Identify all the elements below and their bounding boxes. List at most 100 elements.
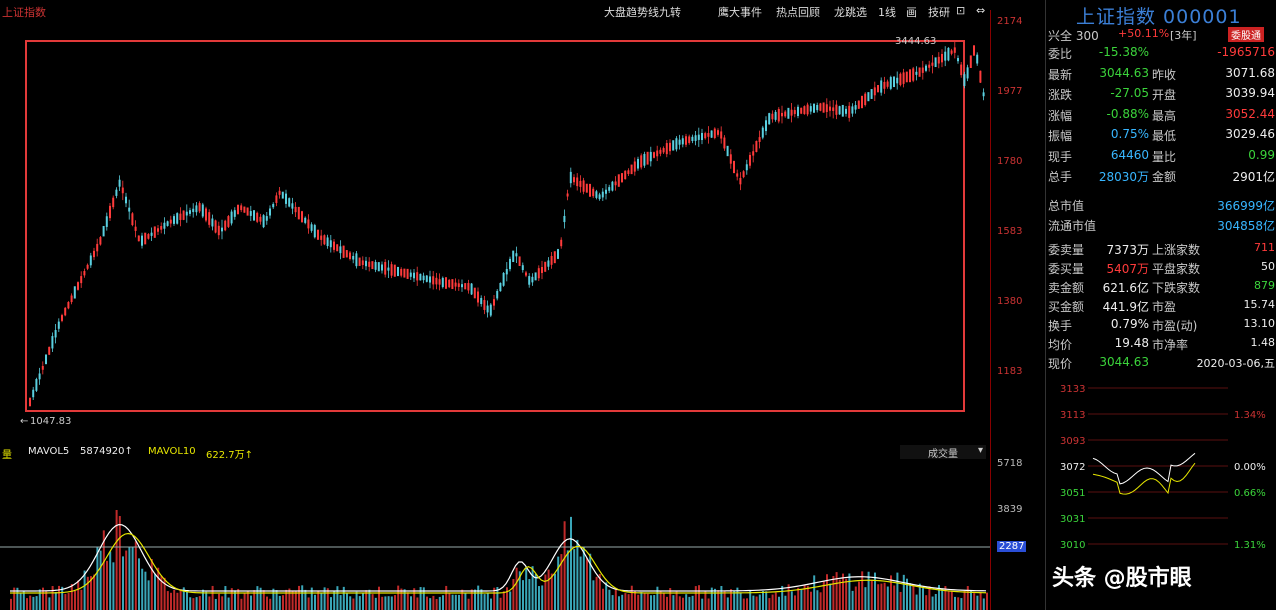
volume-bar xyxy=(240,598,243,610)
volume-bar xyxy=(570,516,572,610)
volume-bar xyxy=(384,596,387,610)
candle-body xyxy=(697,134,700,140)
volume-bar xyxy=(352,598,355,610)
volume-bar xyxy=(467,598,470,610)
volume-bar xyxy=(256,586,259,610)
intraday-mini-chart[interactable]: 3133 3113 1.34% 3093 3072 0.00% 3051 0.66% 3031 3… xyxy=(1048,378,1276,574)
volume-bar xyxy=(573,549,576,610)
menu-draw[interactable]: 画 xyxy=(906,4,917,20)
price-axis: 2174 1977 1780 1583 1380 1183 5718 3839 … xyxy=(990,10,1041,610)
candle-body xyxy=(883,81,886,89)
top-toolbar: 上证指数 大盘趋势线九转 鹰大事件 热点回顾 龙跳选 1线 画 技研 ⊡ ⇔ xyxy=(0,0,1045,22)
kline-chart[interactable]: 3444.63 1047.83 ← xyxy=(0,22,990,442)
menu-hot-review[interactable]: 热点回顾 xyxy=(776,4,820,20)
lock-icon[interactable]: ⊡ xyxy=(956,4,965,17)
quote-row: 振幅 0.75% 最低 3029.46 xyxy=(1046,126,1276,144)
candle-body xyxy=(630,164,633,175)
quote-value: 3044.63 xyxy=(1099,65,1149,80)
volume-bar xyxy=(349,596,352,610)
volume-bar xyxy=(720,585,723,610)
candle-body xyxy=(432,276,435,285)
menu-line[interactable]: 1线 xyxy=(878,4,896,20)
volume-bar xyxy=(64,593,67,610)
quote-label-2: 市盈 xyxy=(1152,299,1177,314)
candle-body xyxy=(809,106,812,112)
volume-bar xyxy=(595,576,598,610)
volume-bar xyxy=(554,573,556,610)
candle-body xyxy=(269,208,271,216)
volume-bar xyxy=(208,596,211,610)
candle-body xyxy=(582,180,585,192)
candle-body xyxy=(672,140,675,151)
candle-body xyxy=(147,234,150,239)
menu-trend-nine[interactable]: 大盘趋势线九转 xyxy=(604,4,681,20)
quote-label-2: 最高 xyxy=(1152,108,1177,123)
volume-bar xyxy=(813,575,816,610)
chevron-down-icon: ▾ xyxy=(978,445,984,456)
indicator-dropdown[interactable]: 成交量 ▾ xyxy=(900,445,986,460)
volume-bar xyxy=(701,598,704,610)
candle-body xyxy=(912,68,915,81)
axis-tick: 1380 xyxy=(997,296,1023,307)
candle-body xyxy=(848,105,851,118)
volume-chart[interactable] xyxy=(0,462,990,610)
volume-bar xyxy=(346,593,348,610)
candle-body xyxy=(281,191,284,199)
volume-bar xyxy=(618,596,620,610)
volume-bar xyxy=(179,589,182,610)
candle-body xyxy=(877,85,879,93)
candle-body xyxy=(736,173,739,177)
quote-row: 流通市值 304858亿 xyxy=(1046,216,1276,234)
candle-body xyxy=(166,221,169,226)
candle-body xyxy=(198,203,201,212)
candle-body xyxy=(320,235,323,240)
volume-bar xyxy=(656,586,659,610)
candle-body xyxy=(761,127,764,138)
menu-dragon[interactable]: 龙跳选 xyxy=(834,4,867,20)
volume-bar xyxy=(502,591,505,610)
candle-body xyxy=(272,203,275,208)
volume-bar xyxy=(189,597,192,610)
quote-label: 委买量 xyxy=(1048,261,1085,276)
candle-body xyxy=(771,113,774,120)
quote-row: 委比 -15.38% -1965716 xyxy=(1046,44,1276,62)
candle-body xyxy=(397,266,399,277)
candle-body xyxy=(342,245,345,258)
candle-body xyxy=(144,232,147,245)
volume-bar xyxy=(454,594,457,610)
volume-bar xyxy=(675,591,678,610)
candle-body xyxy=(717,130,719,135)
volume-bar xyxy=(157,567,160,610)
candle-body xyxy=(909,69,911,83)
quote-row: 委卖量 7373万 上涨家数 711 xyxy=(1046,240,1276,258)
candle-body xyxy=(413,272,415,279)
candle-body xyxy=(83,271,86,276)
candle-body xyxy=(576,177,579,187)
volume-bar xyxy=(442,595,444,610)
volume-bar xyxy=(448,592,451,610)
sub-button[interactable]: 委股通 xyxy=(1228,27,1264,42)
quote-label: 买金额 xyxy=(1048,299,1085,314)
volume-bar xyxy=(131,546,134,610)
candle-body xyxy=(816,104,819,111)
candle-body xyxy=(553,251,556,264)
volume-bar xyxy=(416,597,419,610)
volume-bar xyxy=(138,558,140,610)
candle-body xyxy=(953,47,956,53)
candle-body xyxy=(515,253,518,257)
expand-icon[interactable]: ⇔ xyxy=(976,4,985,17)
quote-label: 涨跌 xyxy=(1048,88,1073,102)
volume-bar xyxy=(752,595,755,610)
candle-body xyxy=(547,260,550,267)
volume-bar xyxy=(765,591,768,610)
menu-events[interactable]: 鹰大事件 xyxy=(718,4,762,20)
candle-body xyxy=(227,216,230,227)
volume-bar xyxy=(778,596,780,610)
volume-bar xyxy=(141,568,144,610)
candle-body xyxy=(893,76,895,88)
menu-tech[interactable]: 技研 xyxy=(928,4,950,20)
candle-body xyxy=(608,187,611,191)
candle-body xyxy=(464,283,467,290)
volume-bar xyxy=(397,585,400,610)
candle-body xyxy=(832,107,835,111)
